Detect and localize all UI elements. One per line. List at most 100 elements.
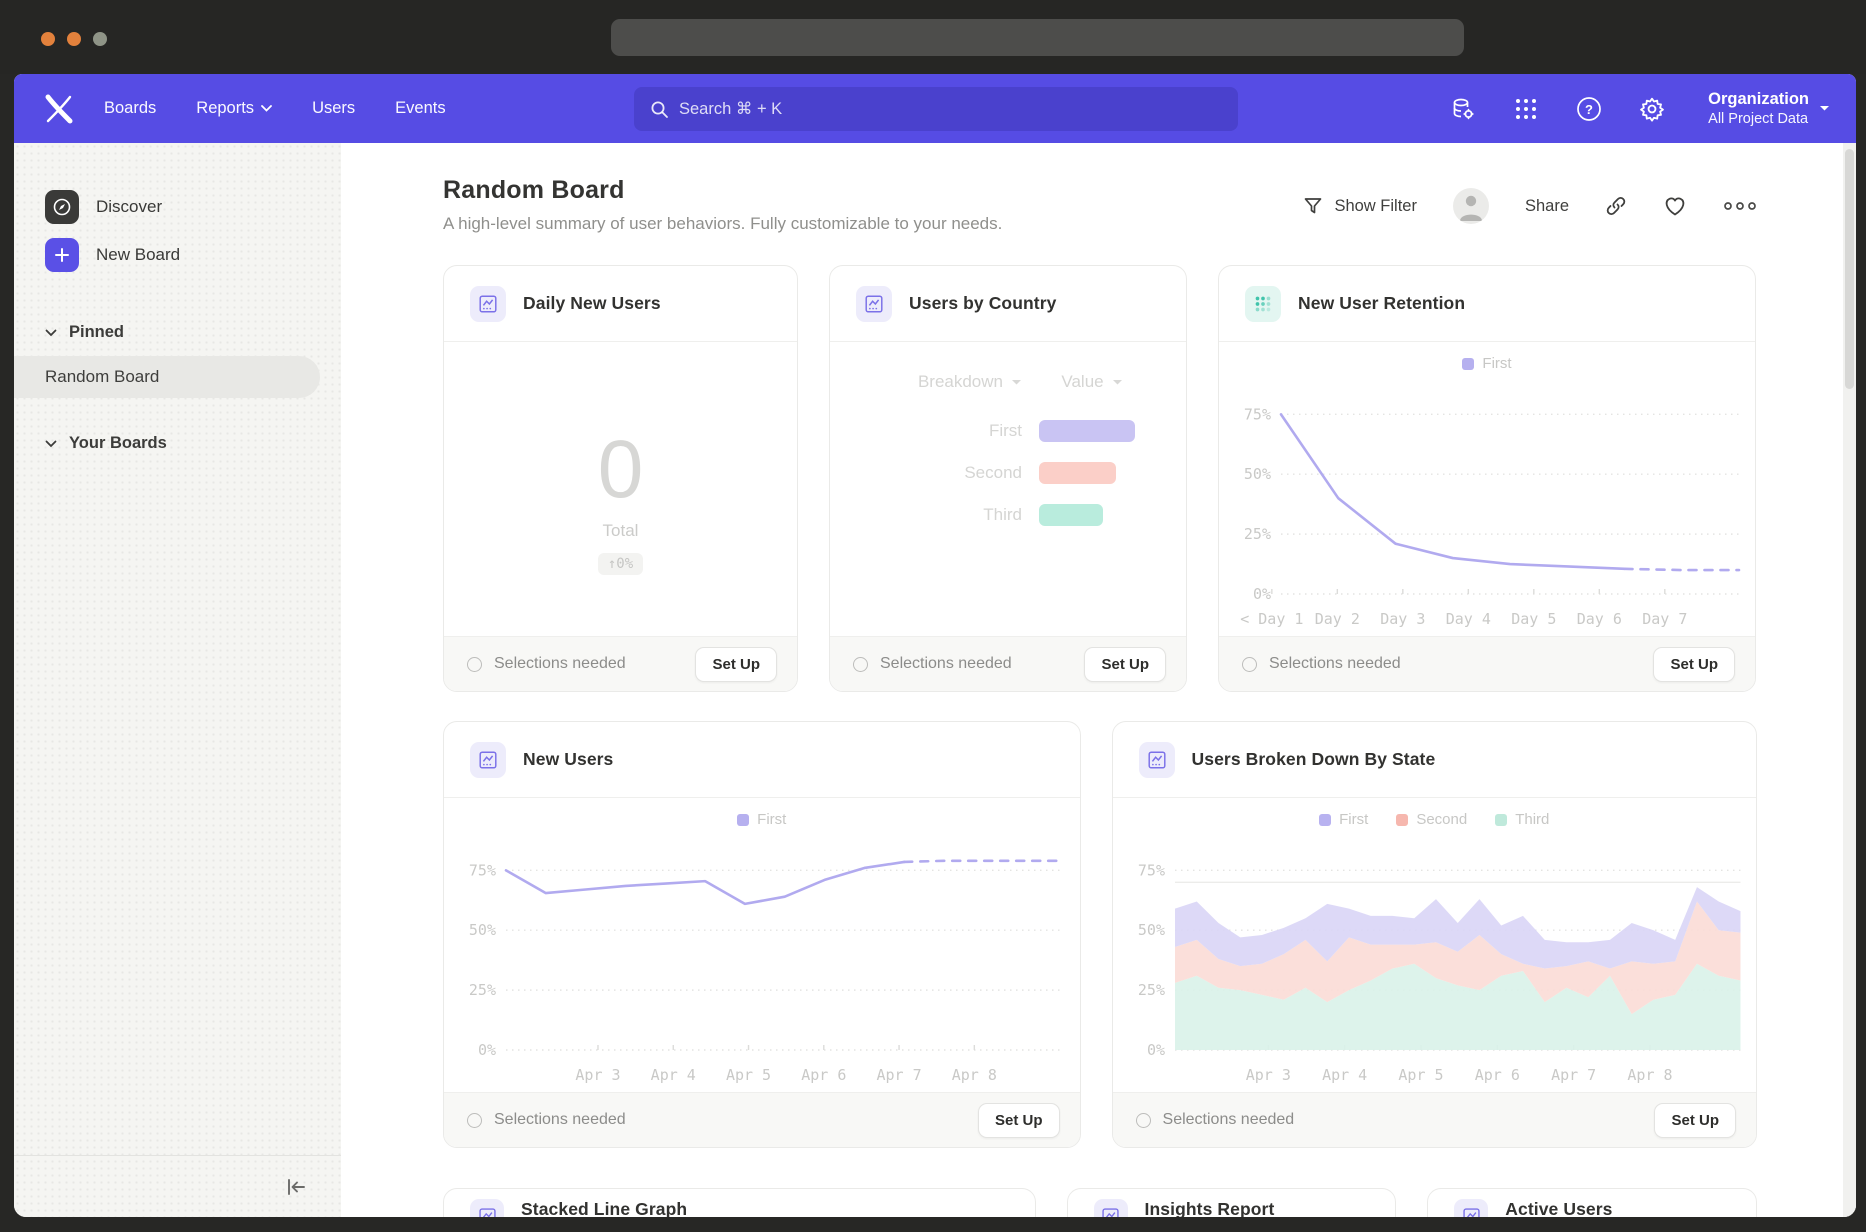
board-header-text: Random Board A high-level summary of use… [443,176,1002,234]
data-settings-icon[interactable] [1450,96,1476,122]
status: Selections needed [1242,655,1401,673]
scrollbar-thumb[interactable] [1845,149,1854,389]
apps-grid-icon[interactable] [1513,96,1539,122]
top-nav: Boards Reports Users Events Search ⌘ + K [14,74,1856,143]
collapse-sidebar-icon[interactable] [285,1177,307,1197]
nav-item-events[interactable]: Events [395,99,445,118]
share-button[interactable]: Share [1525,197,1569,216]
traffic-light-zoom[interactable] [93,32,107,46]
nav-events-label: Events [395,99,445,118]
set-up-button[interactable]: Set Up [1654,1103,1736,1138]
copy-link-button[interactable] [1605,195,1627,217]
svg-text:Apr 6: Apr 6 [1474,1066,1519,1084]
nav-boards-label: Boards [104,99,156,118]
card-new-users[interactable]: New Users First 75%50%25%0%Apr 3Apr 4Apr… [443,721,1081,1148]
legend-item: First [1462,355,1511,372]
set-up-button[interactable]: Set Up [1084,647,1166,682]
nav-item-reports[interactable]: Reports [196,99,272,118]
stacked-area-chart: 75%50%25%0%Apr 3Apr 4Apr 5Apr 6Apr 7Apr … [1113,798,1756,1092]
svg-text:?: ? [1585,102,1593,117]
value-column-header[interactable]: Value [1022,372,1162,392]
card-stacked-line-graph[interactable]: Stacked Line Graph [443,1188,1036,1217]
sidebar-item-new-board[interactable]: New Board [14,231,341,279]
nav-item-users[interactable]: Users [312,99,355,118]
svg-text:0%: 0% [478,1041,496,1059]
legend-swatch [1319,814,1331,826]
show-filter-button[interactable]: Show Filter [1303,196,1417,216]
chevron-down-icon [1112,379,1123,386]
nav-reports-label: Reports [196,99,254,118]
org-switcher[interactable]: Organization All Project Data [1708,89,1830,128]
status-circle-icon [1242,657,1257,672]
org-subtitle: All Project Data [1708,110,1809,128]
page-title: Random Board [443,176,1002,205]
legend-swatch [1396,814,1408,826]
svg-text:Apr 4: Apr 4 [651,1066,696,1084]
set-up-button[interactable]: Set Up [1653,647,1735,682]
nav-item-boards[interactable]: Boards [104,99,156,118]
window-body: Discover New Board Pinned Random Board [14,143,1856,1217]
card-title: Active Users [1505,1199,1612,1217]
set-up-button[interactable]: Set Up [978,1103,1060,1138]
sidebar-item-discover[interactable]: Discover [14,183,341,231]
card-daily-new-users[interactable]: Daily New Users 0 Total ↑0% [443,265,798,692]
status-circle-icon [467,1113,482,1128]
traffic-light-close[interactable] [41,32,55,46]
legend-swatch [737,814,749,826]
cards-row-2: New Users First 75%50%25%0%Apr 3Apr 4Apr… [443,721,1757,1148]
chart-legend: First [444,811,1080,828]
legend-item: Second [1396,811,1467,828]
card-title: Daily New Users [523,293,661,314]
card-header: Stacked Line Graph [444,1189,1035,1217]
avatar[interactable] [1453,188,1489,224]
status-label: Selections needed [494,655,626,673]
nav-menu: Boards Reports Users Events [104,99,446,118]
more-options-button[interactable] [1723,201,1757,211]
cards-row-3: Stacked Line Graph Insights Report [443,1188,1757,1217]
breakdown-column-header[interactable]: Breakdown [854,372,1022,392]
mixpanel-logo-icon[interactable] [44,94,74,124]
app-window: Boards Reports Users Events Search ⌘ + K [14,74,1856,1217]
metric-value: 0 [598,429,644,511]
table-row: First [854,420,1162,442]
card-users-by-country[interactable]: Users by Country Breakdown [829,265,1187,692]
discover-compass-icon [45,190,79,224]
svg-text:Apr 3: Apr 3 [575,1066,620,1084]
sidebar-section-pinned[interactable]: Pinned [14,323,341,342]
new-users-line-chart: 75%50%25%0%Apr 3Apr 4Apr 5Apr 6Apr 7Apr … [444,798,1080,1092]
scrollbar[interactable] [1843,143,1856,1217]
retention-grid-icon [1245,286,1281,322]
help-icon[interactable]: ? [1576,96,1602,122]
search-input[interactable]: Search ⌘ + K [634,87,1238,131]
pinned-label: Pinned [69,323,124,342]
ellipsis-icon [1723,201,1757,211]
favorite-button[interactable] [1663,195,1687,217]
chevron-down-icon [261,105,272,112]
bar-third [1039,504,1103,526]
traffic-light-minimize[interactable] [67,32,81,46]
sidebar-item-random-board[interactable]: Random Board [14,356,320,398]
svg-text:Day 7: Day 7 [1642,610,1687,628]
svg-text:Apr 7: Apr 7 [1551,1066,1596,1084]
status-label: Selections needed [1269,655,1401,673]
settings-gear-icon[interactable] [1639,96,1665,122]
chevron-down-icon [1819,105,1830,112]
svg-text:75%: 75% [1244,405,1271,423]
sidebar-section-your-boards[interactable]: Your Boards [14,434,341,453]
person-icon [1453,188,1489,224]
svg-text:< Day 1: < Day 1 [1240,610,1303,628]
browser-address-bar[interactable] [611,19,1464,56]
insights-chart-icon [470,742,506,778]
card-new-user-retention[interactable]: New User Retention First 75%50%25%0%< Da… [1218,265,1756,692]
card-active-users[interactable]: Active Users [1427,1188,1757,1217]
status: Selections needed [853,655,1012,673]
svg-text:Apr 4: Apr 4 [1322,1066,1367,1084]
svg-text:Day 6: Day 6 [1577,610,1622,628]
card-users-by-state[interactable]: Users Broken Down By State FirstSecondTh… [1112,721,1757,1148]
table-row: Second [854,462,1162,484]
cards-row-1: Daily New Users 0 Total ↑0% [443,265,1757,692]
set-up-button[interactable]: Set Up [695,647,777,682]
legend-swatch [1462,358,1474,370]
card-insights-report[interactable]: Insights Report [1067,1188,1397,1217]
metric-block: 0 Total ↑0% [444,342,797,636]
